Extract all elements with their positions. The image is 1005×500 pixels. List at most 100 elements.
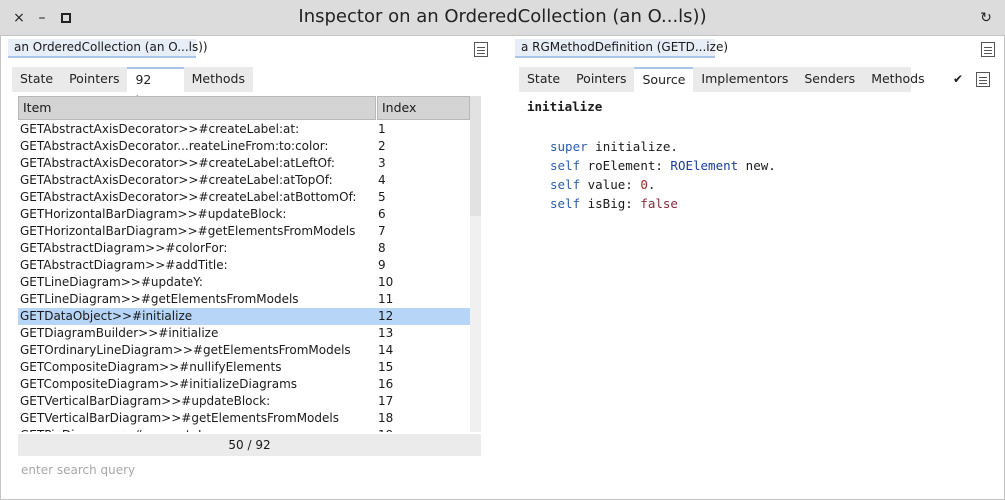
- cell-index: 5: [378, 190, 386, 204]
- cell-index: 10: [378, 275, 394, 289]
- items-scrollbar[interactable]: [470, 96, 481, 432]
- code-text: roElement:: [580, 158, 671, 173]
- tab-methods[interactable]: Methods: [863, 67, 932, 92]
- cell-index: 16: [378, 377, 394, 391]
- cell-index: 9: [378, 258, 386, 272]
- cell-index: 18: [378, 411, 394, 425]
- window-titlebar: × – Inspector on an OrderedCollection (a…: [0, 0, 1005, 36]
- tab-pointers[interactable]: Pointers: [61, 67, 127, 92]
- table-row[interactable]: GETLineDiagram>>#updateY: 10: [18, 274, 470, 291]
- cell-item: GETPieDiagram>>#generateIn:: [20, 427, 375, 432]
- cell-index: 6: [378, 207, 386, 221]
- cell-index: 12: [378, 309, 394, 323]
- cell-item: GETAbstractAxisDecorator>>#createLabel:a…: [20, 156, 335, 170]
- table-row[interactable]: GETAbstractAxisDecorator>>#createLabel:a…: [18, 189, 470, 206]
- cell-index: 3: [378, 156, 386, 170]
- table-row[interactable]: GETCompositeDiagram>>#initializeDiagrams…: [18, 376, 470, 393]
- table-row[interactable]: GETAbstractAxisDecorator>>#createLabel:a…: [18, 155, 470, 172]
- search-input[interactable]: [18, 460, 481, 480]
- tab-state[interactable]: State: [519, 67, 568, 92]
- cell-item: GETAbstractAxisDecorator>>#createLabel:a…: [20, 173, 333, 187]
- table-row[interactable]: GETPieDiagram>>#generateIn:19: [18, 427, 470, 432]
- table-row[interactable]: GETVerticalBarDiagram>>#updateBlock: 17: [18, 393, 470, 410]
- method-signature: initialize: [527, 99, 603, 114]
- keyword-self: self: [550, 196, 581, 211]
- cell-item: GETAbstractAxisDecorator>>#createLabel:a…: [20, 190, 357, 204]
- items-table-body: GETAbstractAxisDecorator>>#createLabel:a…: [18, 121, 470, 432]
- cell-index: 13: [378, 326, 394, 340]
- table-row[interactable]: GETAbstractDiagram>>#colorFor: 8: [18, 240, 470, 257]
- cell-item: GETLineDiagram>>#getElementsFromModels: [20, 292, 299, 306]
- window-title: Inspector on an OrderedCollection (an O.…: [298, 6, 707, 27]
- cell-item: GETAbstractAxisDecorator>>#createLabel:a…: [20, 122, 300, 136]
- source-line-4: self isBig: false: [527, 194, 776, 213]
- cell-item: GETOrdinaryLineDiagram>>#getElementsFrom…: [20, 343, 351, 357]
- cell-item: GETVerticalBarDiagram>>#getElementsFromM…: [20, 411, 339, 425]
- source-line-3: self value: 0.: [527, 175, 776, 194]
- source-doc-icon[interactable]: [976, 72, 990, 87]
- cell-item: GETHorizontalBarDiagram>>#updateBlock:: [20, 207, 287, 221]
- code-text: isBig:: [580, 196, 641, 211]
- table-row[interactable]: GETAbstractAxisDecorator>>#createLabel:a…: [18, 172, 470, 189]
- tab-state[interactable]: State: [12, 67, 61, 92]
- cell-item: GETHorizontalBarDiagram>>#getElementsFro…: [20, 224, 356, 238]
- class-name: ROElement: [670, 158, 739, 173]
- table-row[interactable]: GETCompositeDiagram>>#nullifyElements 15: [18, 359, 470, 376]
- table-row[interactable]: GETAbstractAxisDecorator...reateLineFrom…: [18, 138, 470, 155]
- tab-items[interactable]: 92 items: [127, 67, 184, 108]
- items-count: 50 / 92: [18, 434, 481, 456]
- table-row[interactable]: GETVerticalBarDiagram>>#getElementsFromM…: [18, 410, 470, 427]
- table-row[interactable]: GETHorizontalBarDiagram>>#getElementsFro…: [18, 223, 470, 240]
- cell-item: GETDiagramBuilder>>#initialize: [20, 326, 219, 340]
- keyword-self: self: [550, 158, 581, 173]
- table-row[interactable]: GETAbstractDiagram>>#addTitle: 9: [18, 257, 470, 274]
- tab-pointers[interactable]: Pointers: [568, 67, 634, 92]
- tab-implementors[interactable]: Implementors: [693, 67, 796, 92]
- cell-index: 11: [378, 292, 394, 306]
- cell-item: GETAbstractAxisDecorator...reateLineFrom…: [20, 139, 329, 153]
- accept-check-icon[interactable]: ✔: [953, 73, 965, 85]
- items-scrollbar-thumb[interactable]: [470, 96, 481, 216]
- keyword-self: self: [550, 177, 581, 192]
- cell-item: GETAbstractDiagram>>#addTitle:: [20, 258, 228, 272]
- right-pane-title[interactable]: a RGMethodDefinition (GETD...ize): [515, 39, 728, 58]
- source-line-2: self roElement: ROElement new.: [527, 156, 776, 175]
- column-header-item[interactable]: Item: [18, 96, 376, 120]
- tab-senders[interactable]: Senders: [796, 67, 863, 92]
- right-pane-doc-icon[interactable]: [981, 42, 995, 57]
- table-row[interactable]: GETHorizontalBarDiagram>>#updateBlock: 6: [18, 206, 470, 223]
- number-literal: 0: [640, 177, 648, 192]
- cell-item: GETCompositeDiagram>>#initializeDiagrams: [20, 377, 298, 391]
- table-row[interactable]: GETAbstractAxisDecorator>>#createLabel:a…: [18, 121, 470, 138]
- table-row[interactable]: GETLineDiagram>>#getElementsFromModels 11: [18, 291, 470, 308]
- table-row[interactable]: GETDiagramBuilder>>#initialize 13: [18, 325, 470, 342]
- cell-index: 17: [378, 394, 394, 408]
- cell-index: 19: [378, 427, 393, 432]
- table-row[interactable]: GETDataObject>>#initialize 12: [18, 308, 470, 325]
- cell-item: GETVerticalBarDiagram>>#updateBlock:: [20, 394, 271, 408]
- left-pane-title[interactable]: an OrderedCollection (an O...ls)): [8, 39, 208, 58]
- boolean-literal: false: [640, 196, 678, 211]
- cell-item: GETDataObject>>#initialize: [20, 309, 193, 323]
- cell-item: GETAbstractDiagram>>#colorFor:: [20, 241, 228, 255]
- items-table-header: Item Index: [18, 96, 470, 120]
- cell-item: GETCompositeDiagram>>#nullifyElements: [20, 360, 282, 374]
- cell-index: 15: [378, 360, 394, 374]
- code-text: value:: [580, 177, 641, 192]
- right-pane-tabs: State Pointers Source Implementors Sende…: [519, 67, 925, 92]
- cell-index: 1: [378, 122, 386, 136]
- items-table: Item Index GETAbstractAxisDecorator>>#cr…: [18, 96, 470, 432]
- cell-index: 7: [378, 224, 386, 238]
- left-pane-doc-icon[interactable]: [474, 42, 488, 57]
- cell-index: 8: [378, 241, 386, 255]
- source-line-1: super initialize.: [527, 137, 776, 156]
- tab-source[interactable]: Source: [634, 67, 694, 92]
- window-menu-icon[interactable]: ↻: [977, 9, 995, 27]
- table-row[interactable]: GETOrdinaryLineDiagram>>#getElementsFrom…: [18, 342, 470, 359]
- code-text: .: [647, 177, 656, 192]
- source-code-editor[interactable]: initialize super initialize. self roElem…: [527, 99, 776, 213]
- column-header-index[interactable]: Index: [377, 96, 470, 120]
- code-text: initialize.: [587, 139, 678, 154]
- tab-methods[interactable]: Methods: [184, 67, 253, 92]
